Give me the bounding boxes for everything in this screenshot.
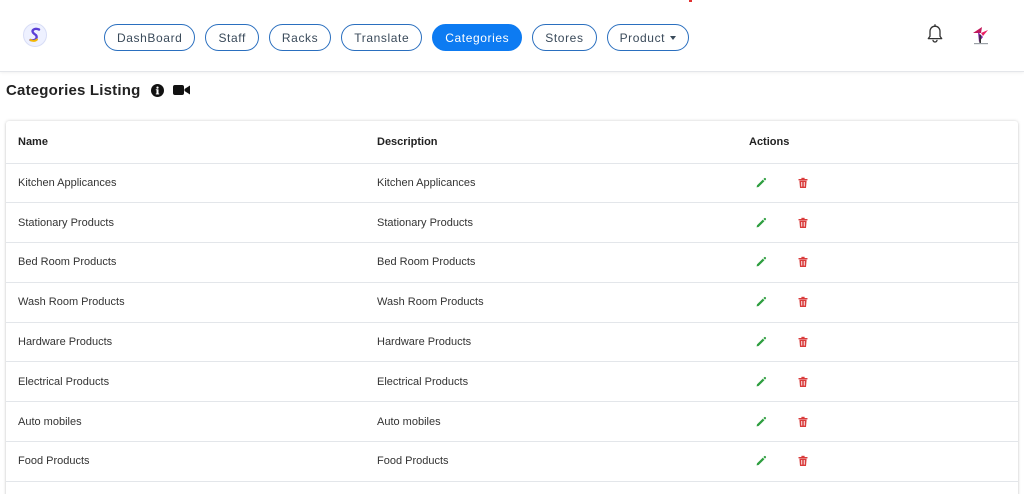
- nav-product-dropdown[interactable]: Product: [606, 24, 690, 51]
- edit-icon[interactable]: [755, 217, 767, 229]
- actions-cell: [749, 202, 1018, 244]
- page-title: Categories Listing: [6, 81, 141, 99]
- table-header-row: Name Description Actions: [6, 121, 1018, 164]
- nav-dashboard-label: DashBoard: [117, 30, 183, 45]
- edit-icon[interactable]: [755, 336, 767, 348]
- category-name-cell: Stationary Products: [6, 202, 377, 244]
- top-navbar: DashBoard Staff Racks Translate Categori…: [0, 0, 1024, 72]
- nav-product-label: Product: [619, 30, 666, 45]
- category-name-cell: Wash Room Products: [6, 282, 377, 323]
- category-description-cell: Wash Room Products: [377, 282, 749, 323]
- category-description-cell: Stationary Products: [377, 202, 749, 244]
- table-row: Bed Room Products Bed Room Products: [6, 242, 1018, 283]
- nav-translate-label: Translate: [354, 30, 410, 45]
- category-name-cell: Kitchen Applicances: [6, 163, 377, 204]
- table-row: Auto mobiles Auto mobiles: [6, 401, 1018, 443]
- delete-icon[interactable]: [797, 256, 809, 268]
- column-header-name: Name: [6, 121, 377, 164]
- actions-cell: [749, 163, 1018, 204]
- edit-icon[interactable]: [755, 296, 767, 308]
- nav-stores-button[interactable]: Stores: [532, 24, 597, 51]
- edit-icon[interactable]: [755, 455, 767, 467]
- category-name-cell: Bed Room Products: [6, 242, 377, 283]
- category-name-cell: Auto mobiles: [6, 401, 377, 443]
- video-camera-icon[interactable]: [173, 84, 191, 96]
- nav-stores-label: Stores: [545, 30, 584, 45]
- main-nav: DashBoard Staff Racks Translate Categori…: [104, 24, 690, 51]
- nav-staff-label: Staff: [218, 30, 246, 45]
- nav-racks-label: Racks: [281, 30, 319, 45]
- category-description-cell: Auto mobiles: [377, 401, 749, 443]
- edit-icon[interactable]: [755, 256, 767, 268]
- category-description-cell: Electrical Products: [377, 361, 749, 403]
- actions-cell: [749, 322, 1018, 363]
- delete-icon[interactable]: [797, 177, 809, 189]
- table-row: Hardware Products Hardware Products: [6, 322, 1018, 363]
- actions-cell: [749, 361, 1018, 403]
- delete-icon[interactable]: [797, 296, 809, 308]
- delete-icon[interactable]: [797, 455, 809, 467]
- page-title-row: Categories Listing: [6, 80, 191, 100]
- category-name-cell: Hardware Products: [6, 322, 377, 363]
- table-row: Electrical Products Electrical Products: [6, 361, 1018, 403]
- edit-icon[interactable]: [755, 177, 767, 189]
- actions-cell: [749, 282, 1018, 323]
- nav-categories-button[interactable]: Categories: [432, 24, 523, 51]
- nav-staff-button[interactable]: Staff: [205, 24, 259, 51]
- table-row: Kitchen Applicances Kitchen Applicances: [6, 163, 1018, 204]
- delete-icon[interactable]: [797, 336, 809, 348]
- edit-icon[interactable]: [755, 416, 767, 428]
- nav-racks-button[interactable]: Racks: [268, 24, 332, 51]
- bell-icon[interactable]: [926, 24, 944, 44]
- notification-marker: [689, 0, 692, 2]
- edit-icon[interactable]: [755, 376, 767, 388]
- delete-icon[interactable]: [797, 217, 809, 229]
- table-body: Kitchen Applicances Kitchen Applicances …: [6, 163, 1018, 482]
- avatar[interactable]: [970, 24, 992, 46]
- column-header-description: Description: [377, 121, 749, 164]
- table-row: Stationary Products Stationary Products: [6, 202, 1018, 244]
- caret-down-icon: [670, 35, 677, 40]
- actions-cell: [749, 401, 1018, 443]
- categories-table-card: Name Description Actions Kitchen Applica…: [6, 121, 1018, 494]
- nav-translate-button[interactable]: Translate: [341, 24, 423, 51]
- column-header-actions: Actions: [749, 121, 1018, 164]
- delete-icon[interactable]: [797, 416, 809, 428]
- nav-categories-label: Categories: [445, 30, 510, 45]
- nav-dashboard-button[interactable]: DashBoard: [104, 24, 196, 51]
- category-description-cell: Bed Room Products: [377, 242, 749, 283]
- category-description-cell: Food Products: [377, 441, 749, 482]
- categories-table: Name Description Actions Kitchen Applica…: [6, 121, 1018, 482]
- table-row: Wash Room Products Wash Room Products: [6, 282, 1018, 323]
- table-row: Food Products Food Products: [6, 441, 1018, 482]
- category-description-cell: Kitchen Applicances: [377, 163, 749, 204]
- app-logo[interactable]: [22, 22, 48, 48]
- actions-cell: [749, 441, 1018, 482]
- category-name-cell: Electrical Products: [6, 361, 377, 403]
- delete-icon[interactable]: [797, 376, 809, 388]
- category-description-cell: Hardware Products: [377, 322, 749, 363]
- category-name-cell: Food Products: [6, 441, 377, 482]
- info-icon[interactable]: [151, 83, 165, 97]
- actions-cell: [749, 242, 1018, 283]
